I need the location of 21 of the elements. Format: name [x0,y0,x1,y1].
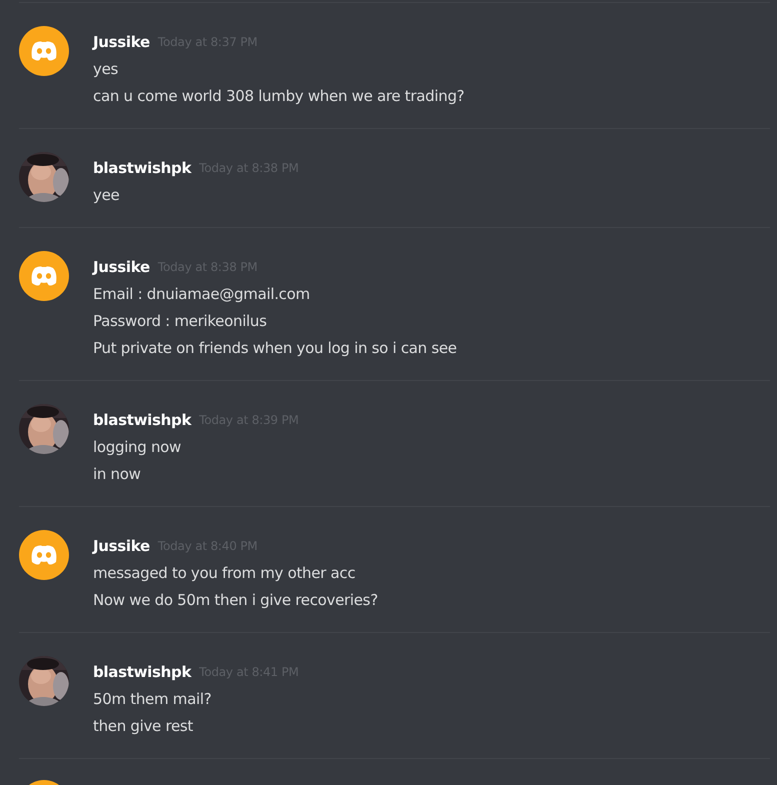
message-text: then give rest [93,716,194,737]
message-text: logging now [93,437,182,458]
username[interactable]: blastwishpk [93,159,192,177]
message-text: in now [93,464,142,485]
message-text: Put private on friends when you log in so i can see [93,338,457,359]
discord-logo-icon [19,251,69,301]
message-text: can u come world 308 lumby when we are trading? [93,86,464,107]
message-text: Password : merikeonilus [93,311,268,332]
message-text: messaged to you from my other acc [93,563,356,584]
username[interactable]: Jussike [93,258,150,276]
message-text: yes [93,59,120,80]
discord-logo-icon [19,530,69,580]
username[interactable]: Jussike [93,537,150,555]
message-text: 50m them mail? [93,689,212,710]
username[interactable]: blastwishpk [93,663,192,681]
username[interactable]: Jussike [93,33,150,51]
message-text: Email : dnuiamae@gmail.com [93,284,311,305]
username[interactable]: blastwishpk [93,411,192,429]
message-text: Now we do 50m then i give recoveries? [93,590,378,611]
message-text: yee [93,185,120,206]
discord-logo-icon [19,26,69,76]
